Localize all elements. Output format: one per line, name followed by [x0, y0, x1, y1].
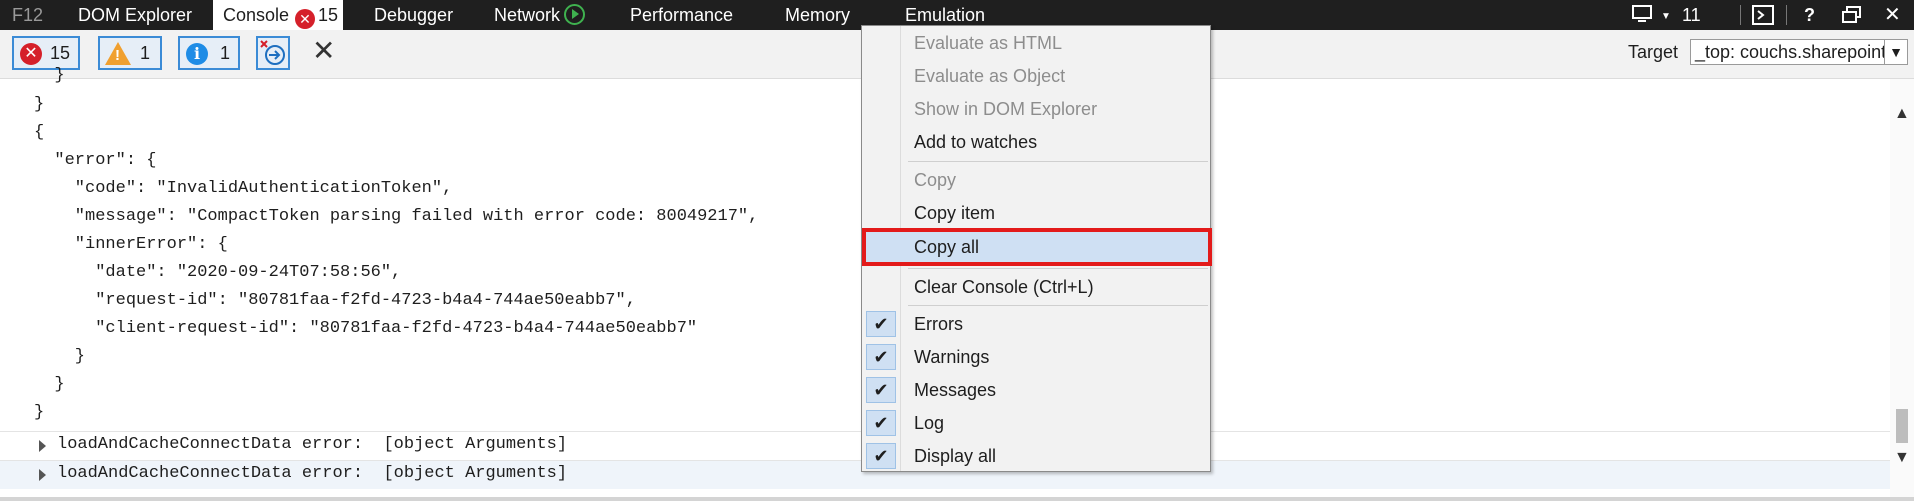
toolbar-separator [1786, 5, 1787, 25]
checkmark-icon: ✔ [866, 311, 896, 337]
checkmark-icon: ✔ [866, 443, 896, 469]
play-circle-icon [564, 4, 586, 25]
context-menu: Evaluate as HTML Evaluate as Object Show… [861, 25, 1212, 472]
console-log-message: loadAndCacheConnectData error: [object A… [57, 464, 568, 483]
error-x-icon: ✕ [295, 9, 316, 29]
console-line: } [34, 375, 65, 394]
console-line: } [34, 347, 86, 366]
menu-item-label: Copy [914, 170, 957, 190]
console-line: "message": "CompactToken parsing failed … [34, 207, 759, 226]
undock-button[interactable] [1842, 0, 1862, 30]
menu-separator [908, 161, 1208, 162]
monitor-icon [1632, 5, 1652, 22]
tab-network[interactable]: Network [494, 0, 586, 30]
errors-count: 15 [50, 43, 71, 63]
menu-item-label: Display all [914, 446, 997, 466]
menu-item-add-to-watches[interactable]: Add to watches [862, 127, 1210, 157]
messages-count: 1 [220, 43, 231, 63]
menu-item-label: Evaluate as HTML [914, 33, 1063, 53]
chevron-down-icon: ▼ [1884, 40, 1907, 64]
menu-item-label: Errors [914, 314, 963, 334]
bottom-border [0, 497, 1914, 501]
tab-memory[interactable]: Memory [785, 0, 850, 30]
checkmark-icon: ✔ [866, 344, 896, 370]
help-icon[interactable]: ? [1804, 0, 1815, 30]
tab-console-label: Console [223, 5, 290, 25]
menu-item-label: Log [914, 413, 945, 433]
tab-performance[interactable]: Performance [630, 0, 733, 30]
target-select[interactable]: _top: couchs.sharepoint ▼ [1690, 39, 1908, 65]
clear-console-icon[interactable]: ✕ [312, 36, 335, 66]
expand-triangle-icon[interactable] [39, 440, 46, 452]
console-prompt-icon [1752, 5, 1774, 25]
clear-on-navigate-icon [260, 40, 285, 65]
emulation-mode-button[interactable]: ▼ 11 [1632, 0, 1701, 30]
menu-item-messages[interactable]: ✔ Messages [862, 375, 1210, 405]
menu-item-copy-all[interactable]: Copy all [862, 228, 1212, 266]
console-line: } [34, 66, 65, 85]
menu-item-copy[interactable]: Copy [862, 165, 1210, 195]
menu-item-label: Messages [914, 380, 997, 400]
target-select-value: _top: couchs.sharepoint [1695, 42, 1887, 62]
close-icon[interactable]: ✕ [1884, 0, 1901, 30]
menu-item-label: Add to watches [914, 132, 1038, 152]
dropdown-arrow-icon: ▼ [1661, 11, 1671, 22]
console-line: } [34, 95, 45, 114]
menu-item-evaluate-object[interactable]: Evaluate as Object [862, 61, 1210, 91]
expand-triangle-icon[interactable] [39, 469, 46, 481]
tab-console[interactable]: Console ✕ 15 [213, 0, 343, 30]
f12-label: F12 [12, 5, 44, 25]
restore-window-icon [1842, 6, 1861, 23]
menu-item-show-dom-explorer[interactable]: Show in DOM Explorer [862, 94, 1210, 124]
menu-separator [908, 305, 1208, 306]
menu-item-label: Show in DOM Explorer [914, 99, 1098, 119]
scroll-down-icon[interactable]: ▼ [1894, 449, 1910, 467]
menu-item-label: Copy all [914, 237, 980, 257]
console-line: "innerError": { [34, 235, 228, 254]
target-label: Target [1628, 42, 1679, 62]
warnings-filter-button[interactable]: ! 1 [98, 36, 162, 70]
console-line: "client-request-id": "80781faa-f2fd-4723… [34, 319, 698, 338]
vertical-scrollbar[interactable]: ▲ ▼ [1890, 79, 1914, 497]
tab-debugger[interactable]: Debugger [374, 0, 453, 30]
messages-filter-button[interactable]: i 1 [178, 36, 240, 70]
console-line: "code": "InvalidAuthenticationToken", [34, 179, 453, 198]
console-toggle-button[interactable] [1752, 0, 1774, 30]
console-line: "date": "2020-09-24T07:58:56", [34, 263, 402, 282]
checkmark-icon: ✔ [866, 410, 896, 436]
menu-item-label: Copy item [914, 203, 996, 223]
info-icon: i [186, 43, 208, 65]
console-line: "request-id": "80781faa-f2fd-4723-b4a4-7… [34, 291, 636, 310]
console-log-message: loadAndCacheConnectData error: [object A… [57, 435, 568, 454]
console-line: "error": { [34, 151, 157, 170]
error-icon: ✕ [20, 43, 42, 65]
console-line: { [34, 123, 45, 142]
tab-dom-explorer[interactable]: DOM Explorer [78, 0, 192, 30]
menu-separator [908, 268, 1208, 269]
console-line: } [34, 403, 45, 422]
tab-network-label: Network [494, 5, 561, 25]
tab-console-error-count: 15 [318, 5, 339, 25]
menu-item-label: Clear Console (Ctrl+L) [914, 277, 1094, 297]
menu-item-log[interactable]: ✔ Log [862, 408, 1210, 438]
menu-item-errors[interactable]: ✔ Errors [862, 309, 1210, 339]
scrollbar-thumb[interactable] [1896, 409, 1908, 443]
scroll-up-icon[interactable]: ▲ [1894, 105, 1910, 123]
menu-item-label: Evaluate as Object [914, 66, 1066, 86]
menu-item-evaluate-html[interactable]: Evaluate as HTML [862, 28, 1210, 58]
menu-item-copy-item[interactable]: Copy item [862, 198, 1210, 228]
menu-item-label: Warnings [914, 347, 990, 367]
menu-item-clear-console[interactable]: Clear Console (Ctrl+L) [862, 272, 1210, 302]
warning-icon: ! [105, 42, 131, 65]
menu-item-display-all[interactable]: ✔ Display all [862, 441, 1210, 471]
menu-item-warnings[interactable]: ✔ Warnings [862, 342, 1210, 372]
clear-on-navigate-button[interactable] [256, 36, 290, 70]
warnings-count: 1 [140, 43, 151, 63]
checkmark-icon: ✔ [866, 377, 896, 403]
document-mode-count: 11 [1681, 5, 1701, 25]
toolbar-separator [1740, 5, 1741, 25]
